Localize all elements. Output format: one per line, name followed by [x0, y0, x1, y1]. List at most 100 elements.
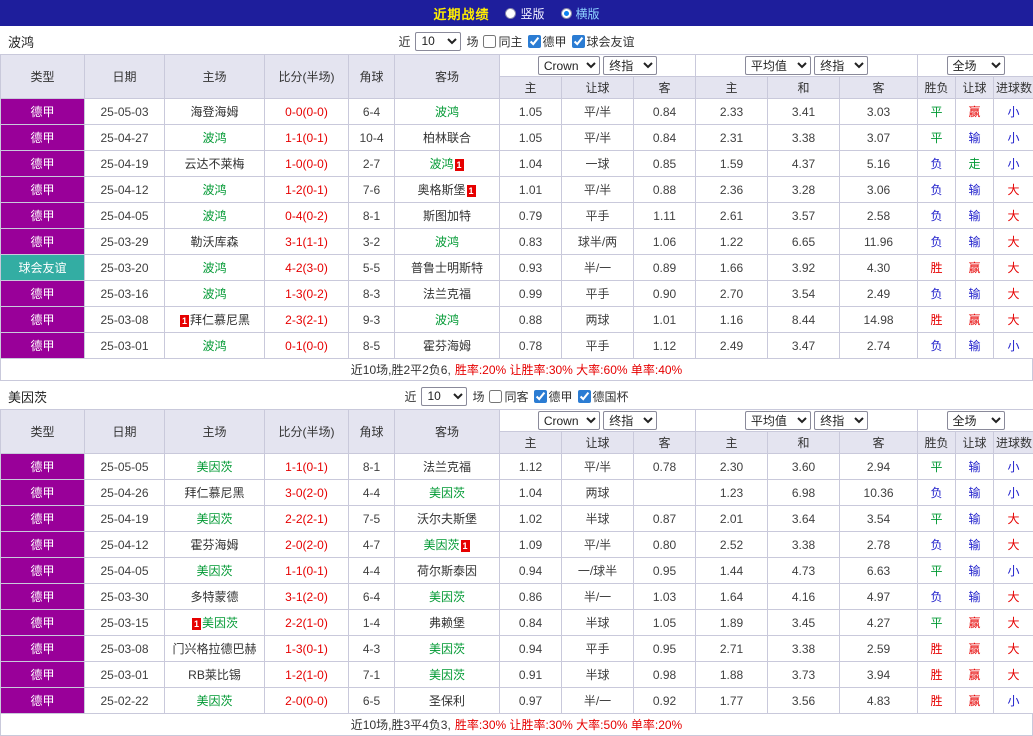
team-name[interactable]: RB莱比锡: [188, 668, 241, 682]
team-name-label: 波鸿: [8, 28, 34, 54]
team-name[interactable]: 荷尔斯泰因: [417, 564, 477, 578]
avg-home-cell: 1.77: [696, 688, 768, 714]
avg-away-cell: 4.27: [840, 610, 918, 636]
team-name[interactable]: 圣保利: [429, 694, 465, 708]
team-name[interactable]: 柏林联合: [423, 131, 471, 145]
team-name[interactable]: 法兰克福: [423, 460, 471, 474]
team-name[interactable]: 法兰克福: [423, 287, 471, 301]
team-name[interactable]: 霍芬海姆: [423, 339, 471, 353]
team-name[interactable]: 美因茨: [196, 564, 232, 578]
rank-badge: 1: [180, 315, 189, 327]
col-header-odds-handicap: 让球: [562, 77, 634, 99]
team-name[interactable]: 波鸿: [435, 105, 459, 119]
team-name[interactable]: 拜仁慕尼黑: [190, 313, 250, 327]
team-name[interactable]: 美因茨: [196, 512, 232, 526]
team-name[interactable]: 波鸿: [202, 183, 226, 197]
match-count-select[interactable]: 10: [415, 32, 461, 51]
cup-checkbox[interactable]: [572, 35, 585, 48]
goals-result-cell: 大: [994, 610, 1033, 636]
filter-cup[interactable]: 德国杯: [578, 388, 629, 405]
corner-cell: 3-2: [349, 229, 395, 255]
match-count-select[interactable]: 10: [421, 387, 467, 406]
team-name[interactable]: 拜仁慕尼黑: [184, 486, 244, 500]
team-name[interactable]: 普鲁士明斯特: [411, 261, 483, 275]
team-name[interactable]: 奥格斯堡: [417, 183, 465, 197]
team-name[interactable]: 斯图加特: [423, 209, 471, 223]
col-header-avg-home: 主: [696, 432, 768, 454]
team-name[interactable]: 波鸿: [429, 157, 453, 171]
filter-league[interactable]: 德甲: [528, 33, 567, 50]
team-name-label: 美因茨: [8, 383, 47, 409]
score-cell: 1-1(0-1): [265, 454, 349, 480]
odds-home-cell: 1.05: [500, 99, 562, 125]
team-name[interactable]: 沃尔夫斯堡: [417, 512, 477, 526]
bookmaker-select[interactable]: Crown: [538, 56, 600, 75]
odds-stage-select[interactable]: 终指: [603, 56, 657, 75]
team-name[interactable]: 美因茨: [196, 460, 232, 474]
team-name[interactable]: 霍芬海姆: [190, 538, 238, 552]
team-name[interactable]: 美因茨: [429, 590, 465, 604]
team-name[interactable]: 美因茨: [196, 694, 232, 708]
avg-draw-cell: 3.47: [768, 333, 840, 359]
date-cell: 25-04-05: [85, 558, 165, 584]
layout-option-horizontal[interactable]: 横版: [561, 5, 600, 22]
team-name[interactable]: 美因茨: [202, 616, 238, 630]
same-venue-checkbox[interactable]: [483, 35, 496, 48]
avg-away-cell: 2.58: [840, 203, 918, 229]
filter-cup[interactable]: 球会友谊: [572, 33, 635, 50]
odds-handicap-cell: 平手: [562, 333, 634, 359]
league-checkbox[interactable]: [534, 390, 547, 403]
average-stage-select[interactable]: 终指: [814, 411, 868, 430]
team-name[interactable]: 多特蒙德: [190, 590, 238, 604]
col-header-handicap-result: 让球: [956, 77, 994, 99]
top-title-bar: 近期战绩 竖版 横版: [0, 0, 1033, 26]
filter-same-venue[interactable]: 同主: [483, 33, 522, 50]
team-name[interactable]: 海登海姆: [190, 105, 238, 119]
team-name[interactable]: 美因茨: [423, 538, 459, 552]
cup-checkbox[interactable]: [578, 390, 591, 403]
average-select[interactable]: 平均值: [745, 411, 811, 430]
team-name[interactable]: 美因茨: [429, 486, 465, 500]
avg-home-cell: 1.23: [696, 480, 768, 506]
match-row: 德甲25-04-12霍芬海姆2-0(2-0)4-7美因茨11.09平/半0.80…: [1, 532, 1033, 558]
same-venue-checkbox[interactable]: [489, 390, 502, 403]
score-cell: 1-2(0-1): [265, 177, 349, 203]
team-name[interactable]: 波鸿: [202, 131, 226, 145]
filter-league[interactable]: 德甲: [534, 388, 573, 405]
team-name[interactable]: 波鸿: [202, 287, 226, 301]
team-name[interactable]: 波鸿: [435, 235, 459, 249]
team-name[interactable]: 波鸿: [202, 339, 226, 353]
avg-draw-cell: 3.41: [768, 99, 840, 125]
team-name[interactable]: 云达不莱梅: [184, 157, 244, 171]
team-name[interactable]: 波鸿: [202, 261, 226, 275]
league-type-cell: 德甲: [1, 662, 85, 688]
odds-home-cell: 0.88: [500, 307, 562, 333]
rank-badge: 1: [192, 618, 201, 630]
team-name[interactable]: 波鸿: [435, 313, 459, 327]
layout-option-vertical[interactable]: 竖版: [505, 5, 544, 22]
average-stage-select[interactable]: 终指: [814, 56, 868, 75]
team-name[interactable]: 美因茨: [429, 668, 465, 682]
team-name[interactable]: 波鸿: [202, 209, 226, 223]
match-row: 德甲25-03-01RB莱比锡1-2(1-0)7-1美因茨0.91半球0.981…: [1, 662, 1033, 688]
radio-icon[interactable]: [561, 8, 572, 19]
scope-select[interactable]: 全场: [947, 411, 1005, 430]
team-name[interactable]: 美因茨: [429, 642, 465, 656]
team-name[interactable]: 弗赖堡: [429, 616, 465, 630]
team-name[interactable]: 勒沃库森: [190, 235, 238, 249]
scope-select[interactable]: 全场: [947, 56, 1005, 75]
odds-stage-select[interactable]: 终指: [603, 411, 657, 430]
radio-icon[interactable]: [505, 8, 516, 19]
bookmaker-select[interactable]: Crown: [538, 411, 600, 430]
team-name[interactable]: 门兴格拉德巴赫: [172, 642, 256, 656]
odds-away-cell: 1.03: [634, 584, 696, 610]
avg-home-cell: 1.59: [696, 151, 768, 177]
handicap-result-cell: 输: [956, 454, 994, 480]
away-team-cell: 普鲁士明斯特: [395, 255, 500, 281]
filter-same-venue[interactable]: 同客: [489, 388, 528, 405]
average-select[interactable]: 平均值: [745, 56, 811, 75]
date-cell: 25-04-05: [85, 203, 165, 229]
league-checkbox[interactable]: [528, 35, 541, 48]
date-cell: 25-04-19: [85, 151, 165, 177]
score-cell: 1-2(1-0): [265, 662, 349, 688]
